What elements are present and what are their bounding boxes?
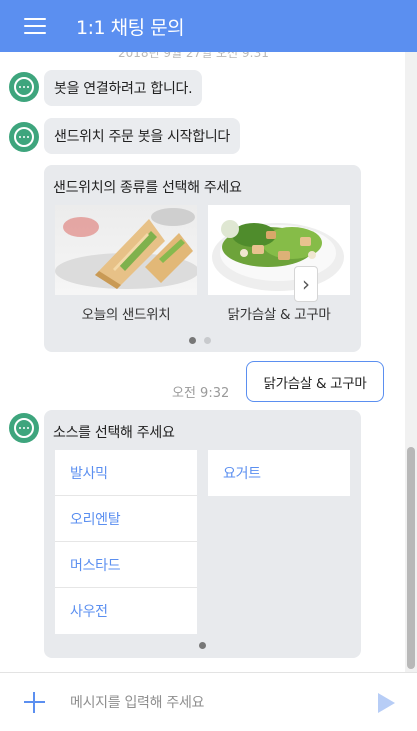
page-dot [204,337,211,344]
message-input[interactable] [70,691,360,715]
carousel-page-indicator [189,337,211,344]
menu-icon[interactable] [24,18,46,34]
carousel-title: 샌드위치의 종류를 선택해 주세요 [53,180,242,196]
chevron-right-icon: › [302,272,310,296]
sandwich-carousel-card: 샌드위치의 종류를 선택해 주세요 오늘의 샌드위치 닭가슴살 & 고구마 [44,165,361,352]
bot-message: 샌드위치 주문 봇을 시작합니다 [44,118,240,154]
send-icon[interactable] [378,693,395,713]
sandwich-photo [55,205,197,295]
date-divider: 2018년 9월 27일 오전 9:31 [118,52,269,60]
bot-avatar [9,413,39,443]
message-composer [0,672,417,731]
sauce-option-oriental[interactable]: 오리엔탈 [55,496,197,542]
plus-icon[interactable] [24,692,45,713]
carousel-item-sandwich[interactable]: 오늘의 샌드위치 [55,205,197,326]
carousel-item-name: 오늘의 샌드위치 [81,307,171,323]
sauce-options-right: 요거트 [208,450,350,496]
app-header: 1:1 채팅 문의 [0,0,417,52]
bot-message: 봇을 연결하려고 합니다. [44,70,203,106]
sauce-option-yogurt[interactable]: 요거트 [208,450,350,496]
sauce-card-title: 소스를 선택해 주세요 [53,425,175,441]
page-dot-active [199,642,206,649]
scrollbar-thumb[interactable] [407,447,415,669]
sauce-page-indicator [199,642,206,649]
sauce-option-balsamic[interactable]: 발사믹 [55,450,197,496]
sauce-select-card: 소스를 선택해 주세요 발사믹 오리엔탈 머스타드 사우전 요거트 [44,410,361,658]
user-message: 닭가슴살 & 고구마 [246,361,384,402]
bot-avatar [9,122,39,152]
chat-scrollbar[interactable] [405,52,417,672]
chat-area[interactable]: 2018년 9월 27일 오전 9:31 봇을 연결하려고 합니다. 샌드위치 … [0,52,405,672]
chicken-salad-photo [208,205,350,295]
carousel-next-button[interactable]: › [294,266,318,302]
page-dot-active [189,337,196,344]
page-title: 1:1 채팅 문의 [76,16,185,39]
message-timestamp: 오전 9:32 [172,386,230,401]
sauce-option-mustard[interactable]: 머스타드 [55,542,197,588]
bot-avatar [9,72,39,102]
carousel-item-name: 닭가슴살 & 고구마 [227,307,331,323]
sauce-options-left: 발사믹 오리엔탈 머스타드 사우전 [55,450,197,634]
sauce-option-thousand[interactable]: 사우전 [55,588,197,634]
carousel-item-chicken-salad[interactable]: 닭가슴살 & 고구마 [208,205,350,326]
